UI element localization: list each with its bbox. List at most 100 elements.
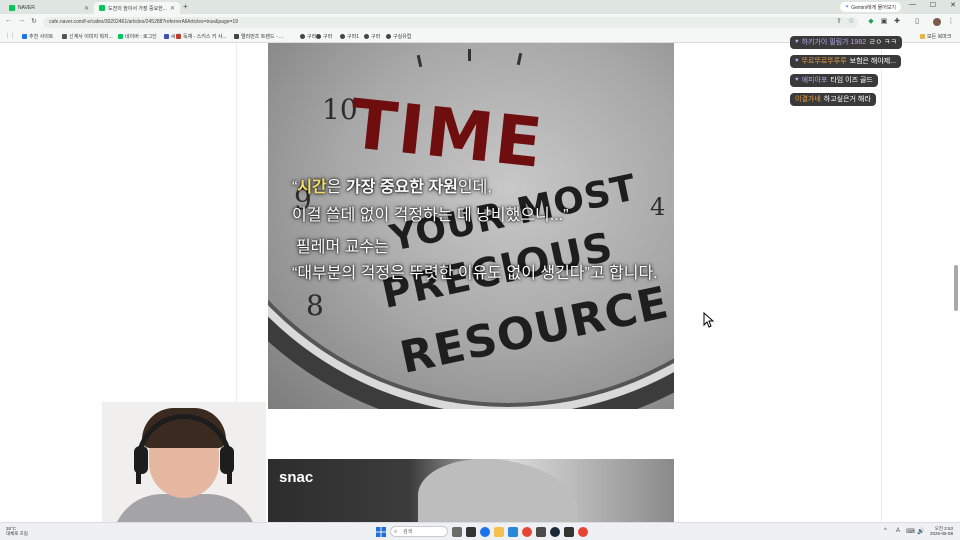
tab-strip: NAVER ✕ 도전의 높이서 가장 중요한... ✕ + ✦ Gemini에게… <box>0 0 960 14</box>
sidepanel-icon[interactable]: ▯ <box>913 18 921 26</box>
mouse-cursor-icon <box>703 311 715 333</box>
forward-button[interactable]: → <box>18 17 25 24</box>
folder-icon <box>920 34 925 39</box>
profile-avatar-icon[interactable] <box>933 18 941 26</box>
edge-icon[interactable] <box>480 527 490 537</box>
bookmark-item[interactable]: 네이버 : 로그인 <box>118 33 157 40</box>
heart-icon: ♥ <box>795 58 799 64</box>
page-scrollbar[interactable] <box>954 265 958 311</box>
chat-username: 에피아포 <box>801 77 828 84</box>
bookmark-favicon-icon <box>234 34 239 39</box>
share-icon[interactable]: ⇪ <box>836 17 842 25</box>
tab-close-icon[interactable]: ✕ <box>170 5 175 12</box>
bookmark-item[interactable]: 구실유럽 <box>386 33 411 40</box>
gemini-icon: ✦ <box>845 4 850 10</box>
caption-line-1: “시간은 가장 중요한 자원인데, <box>292 179 492 196</box>
gemini-label: Gemini에게 물어보기 <box>851 4 897 11</box>
snac-logo: snac <box>279 469 314 486</box>
menu-icon[interactable]: ⋮ <box>947 18 955 26</box>
chat-username: 뚜르뚜르뚜루루 <box>801 58 847 65</box>
app-icon[interactable] <box>466 527 476 537</box>
globe-icon <box>316 34 321 39</box>
article-image-snac: snac <box>268 459 674 523</box>
app-icon[interactable] <box>564 527 574 537</box>
bookmark-item[interactable]: 엘리먼츠 트렌드 - ... <box>234 33 283 40</box>
chat-message: ♥ 하키가이 필림가 1982 ㄹㅇ ㅋㅋ <box>790 36 902 49</box>
chat-message: ♥ 뚜르뚜르뚜루루 보험은 해야제... <box>790 55 902 68</box>
clock-number: 4 <box>650 193 666 221</box>
gemini-button[interactable]: ✦ Gemini에게 물어보기 <box>840 2 902 12</box>
apps-icon[interactable]: ⋮⋮ <box>5 33 15 39</box>
keyboard-icon[interactable]: ⌨ <box>906 528 915 535</box>
naver-favicon-icon <box>9 5 15 11</box>
caption-line-2: 이걸 쓸데 없이 걱정하는 데 낭비했으니...” <box>292 207 569 224</box>
chat-text: 하고싶은거 해라 <box>823 96 871 103</box>
bookmark-item[interactable]: 구라 <box>316 33 332 40</box>
clock-date: 2026-05-08 <box>930 531 954 536</box>
steam-icon[interactable] <box>550 527 560 537</box>
tab-cafe-article[interactable]: 도전의 높이서 가장 중요한... ✕ <box>94 2 180 14</box>
bookmark-star-icon[interactable]: ☆ <box>848 17 854 25</box>
weather-desc: 대체로 흐림 <box>6 531 28 536</box>
taskbar-search[interactable]: ⌕ 검색 <box>390 526 448 537</box>
back-button[interactable]: ← <box>5 17 12 24</box>
tray-overflow-icon[interactable]: ^ <box>884 528 887 534</box>
browser-toolbar: ← → ↻ cafe.naver.com/f-e/cafes/30202461/… <box>0 14 960 31</box>
file-explorer-icon[interactable] <box>494 527 504 537</box>
bookmark-item[interactable]: 추천 사이트 <box>22 33 53 40</box>
address-bar[interactable]: cafe.naver.com/f-e/cafes/30202461/articl… <box>43 17 858 28</box>
clock-tick <box>468 49 471 61</box>
store-icon[interactable] <box>508 527 518 537</box>
app-icon[interactable] <box>536 527 546 537</box>
bookmark-favicon-icon <box>164 34 169 39</box>
bookmark-favicon-icon <box>22 34 27 39</box>
close-window-button[interactable]: ✕ <box>950 1 956 9</box>
tab-naver[interactable]: NAVER ✕ <box>4 2 94 14</box>
bookmark-item[interactable]: 신계사 이미지 뭐지... <box>62 33 113 40</box>
chat-text: 보험은 해야제... <box>849 58 897 65</box>
chrome-icon[interactable] <box>578 527 588 537</box>
extension-icon[interactable]: ◆ <box>867 18 875 26</box>
search-icon: ⌕ <box>394 529 398 535</box>
content-border-right <box>881 43 882 523</box>
url-text: cafe.naver.com/f-e/cafes/30202461/articl… <box>49 19 239 25</box>
screen: NAVER ✕ 도전의 높이서 가장 중요한... ✕ + ✦ Gemini에게… <box>0 0 960 540</box>
volume-icon[interactable]: 🔊 <box>917 528 924 535</box>
extensions-icon[interactable]: ▣ <box>880 18 888 26</box>
chat-text: 타임 이즈 골드 <box>830 77 873 84</box>
bookmark-item[interactable]: 구라1 <box>340 33 359 40</box>
windows-start-icon[interactable] <box>376 527 386 537</box>
chat-username: 하키가이 필림가 1982 <box>801 39 867 46</box>
globe-icon <box>340 34 345 39</box>
bookmark-item[interactable]: 구라 <box>300 33 316 40</box>
new-tab-button[interactable]: + <box>183 2 188 11</box>
window-controls: — ☐ ✕ <box>909 1 956 9</box>
tab-close-icon[interactable]: ✕ <box>84 5 89 12</box>
headphone-ear-right <box>220 446 234 474</box>
heart-icon: ♥ <box>795 39 799 45</box>
chat-message: ♥ 에피아포 타임 이즈 골드 <box>790 74 878 87</box>
webcam-overlay <box>102 402 266 540</box>
weather-widget[interactable]: 26°C 대체로 흐림 <box>6 526 28 536</box>
puzzle-icon[interactable]: ✚ <box>893 18 901 26</box>
naver-favicon-icon <box>118 34 123 39</box>
clock-number: 8 <box>306 289 324 322</box>
article-image-clock: 10 9 8 4 TIME YOUR MOST PRECIOUS RESOURC… <box>268 43 674 409</box>
reload-button[interactable]: ↻ <box>31 17 37 25</box>
taskbar-clock[interactable]: 오전 2:53 2026-05-08 <box>930 526 953 536</box>
bookmark-item[interactable]: 독재 - 스키스 키 사... <box>176 33 227 40</box>
tab-label: 도전의 높이서 가장 중요한... <box>108 5 167 12</box>
task-view-icon[interactable] <box>452 527 462 537</box>
bookmark-item[interactable]: 구라 <box>364 33 380 40</box>
headphone-ear-left <box>134 446 148 474</box>
all-bookmarks[interactable]: 모든 북마크 <box>920 33 951 40</box>
maximize-button[interactable]: ☐ <box>930 1 936 9</box>
snac-image-figure <box>418 459 578 523</box>
caption-line-4: “대부분의 걱정은 뚜렷한 이유도 없이 생긴다”고 합니다. <box>292 265 658 282</box>
chrome-icon[interactable] <box>522 527 532 537</box>
globe-icon <box>386 34 391 39</box>
ime-icon[interactable]: A <box>896 528 900 534</box>
heart-icon: ♥ <box>795 77 799 83</box>
minimize-button[interactable]: — <box>909 1 916 9</box>
windows-taskbar: 26°C 대체로 흐림 ⌕ 검색 ^ A ⌨ 🔊 오전 2:53 2026-05… <box>0 522 960 540</box>
